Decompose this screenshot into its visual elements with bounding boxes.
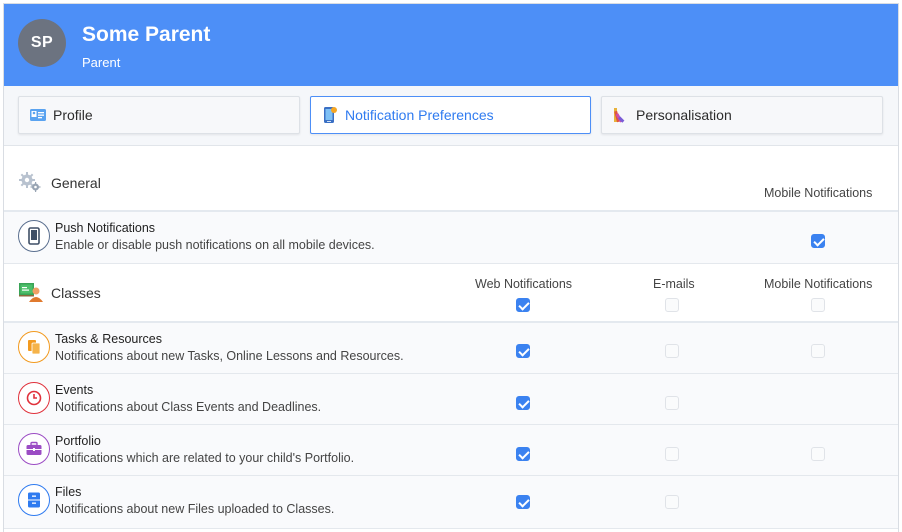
portfolio-mobile-checkbox[interactable] [811, 447, 825, 461]
push-notifications-title: Push Notifications [55, 221, 156, 235]
documents-icon [18, 331, 50, 363]
general-section-header: General Mobile Notifications [4, 146, 898, 212]
user-header: SP Some Parent Parent [4, 4, 898, 86]
tab-notification-preferences[interactable]: Notification Preferences [310, 96, 591, 134]
classes-mobile-notifications-header: Mobile Notifications [764, 277, 873, 291]
portfolio-web-checkbox[interactable] [516, 447, 530, 461]
tab-profile-label: Profile [53, 107, 93, 123]
tasks-resources-title: Tasks & Resources [55, 332, 162, 346]
portfolio-title: Portfolio [55, 434, 101, 448]
tab-personalisation-label: Personalisation [636, 107, 732, 123]
tasks-resources-row: Tasks & Resources Notifications about ne… [4, 323, 898, 374]
events-title: Events [55, 383, 94, 397]
mobile-phone-icon [18, 220, 50, 252]
emails-toggle-all[interactable] [665, 298, 679, 312]
file-cabinet-icon [18, 484, 50, 516]
push-notifications-row: Push Notifications Enable or disable pus… [4, 212, 898, 264]
events-description: Notifications about Class Events and Dea… [55, 400, 322, 414]
classes-section-title: Classes [51, 285, 101, 301]
tab-personalisation[interactable]: Personalisation [601, 96, 883, 134]
files-title: Files [55, 485, 82, 499]
briefcase-icon [18, 433, 50, 465]
events-email-checkbox[interactable] [665, 396, 679, 410]
user-role: Parent [82, 55, 121, 70]
tab-profile[interactable]: Profile [18, 96, 300, 134]
files-web-checkbox[interactable] [516, 495, 530, 509]
events-row: Events Notifications about Class Events … [4, 374, 898, 425]
clock-icon [18, 382, 50, 414]
push-notifications-description: Enable or disable push notifications on … [55, 238, 375, 252]
classroom-teacher-icon [18, 280, 43, 304]
files-description: Notifications about new Files uploaded t… [55, 502, 335, 516]
tabs-bar: Profile Notification Preferences Persona… [4, 86, 898, 146]
general-mobile-notifications-header: Mobile Notifications [764, 186, 873, 200]
avatar: SP [18, 19, 66, 67]
push-notifications-mobile-checkbox[interactable] [811, 234, 825, 248]
tasks-resources-web-checkbox[interactable] [516, 344, 530, 358]
portfolio-email-checkbox[interactable] [665, 447, 679, 461]
general-section-title: General [51, 175, 101, 191]
tab-notification-preferences-label: Notification Preferences [345, 107, 494, 123]
web-notifications-toggle-all[interactable] [516, 298, 530, 312]
id-card-icon [29, 106, 47, 124]
tasks-resources-description: Notifications about new Tasks, Online Le… [55, 349, 404, 363]
phone-notification-icon [321, 106, 339, 124]
mobile-notifications-toggle-all[interactable] [811, 298, 825, 312]
gears-icon [18, 170, 42, 194]
classes-section-header: Classes Web Notifications E-mails Mobile… [4, 264, 898, 323]
files-row: Files Notifications about new Files uplo… [4, 476, 898, 529]
tasks-resources-email-checkbox[interactable] [665, 344, 679, 358]
tasks-resources-mobile-checkbox[interactable] [811, 344, 825, 358]
files-email-checkbox[interactable] [665, 495, 679, 509]
web-notifications-header: Web Notifications [475, 277, 573, 291]
user-name: Some Parent [82, 23, 211, 46]
emails-header: E-mails [653, 277, 695, 291]
events-web-checkbox[interactable] [516, 396, 530, 410]
profile-settings-panel: SP Some Parent Parent Profile Notificati… [3, 3, 899, 532]
portfolio-description: Notifications which are related to your … [55, 451, 355, 465]
portfolio-row: Portfolio Notifications which are relate… [4, 425, 898, 476]
palette-icon [612, 106, 630, 124]
